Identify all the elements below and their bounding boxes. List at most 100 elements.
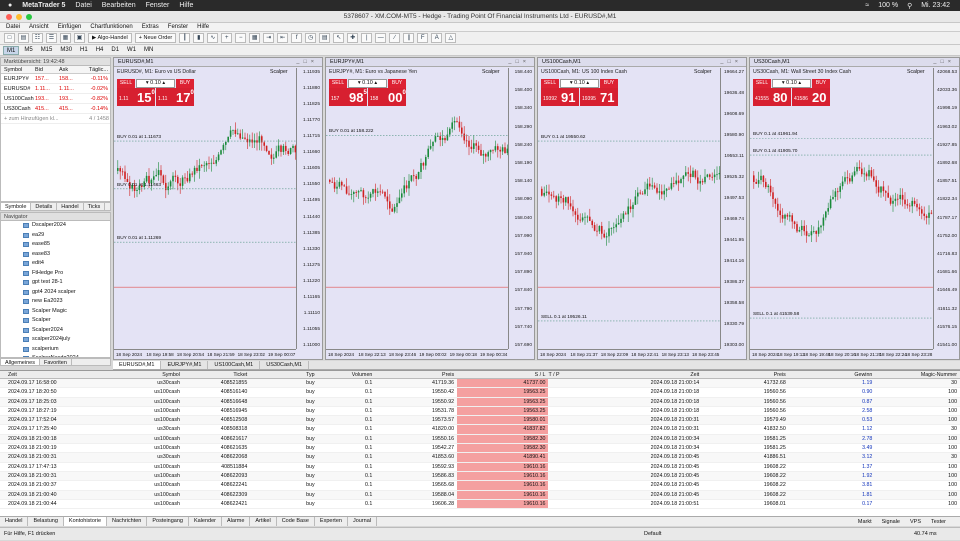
menu-ansicht[interactable]: Ansicht — [29, 23, 49, 31]
chart-window-buttons[interactable]: _□× — [720, 58, 742, 67]
history-column-header[interactable]: S / L — [457, 371, 548, 378]
trendline-icon[interactable]: ∕ — [389, 33, 401, 43]
add-symbol-row[interactable]: + zum Hinzufügen kl... 4 / 1458 — [1, 114, 110, 124]
sell-button[interactable]: SELL — [117, 79, 135, 88]
market-watch-row[interactable]: EURUSD# 1.11... 1.11... -0.02% — [1, 84, 110, 94]
navigator-item[interactable]: Dscalper2024 — [1, 221, 110, 231]
col-daily[interactable]: Täglic... — [83, 66, 110, 73]
history-column-header[interactable]: T / P — [548, 371, 625, 378]
price-axis[interactable]: 1.11935 1.11880 1.11825 1.11770 1.11715 1.116… — [296, 68, 322, 349]
table-row[interactable]: 2024.09.18 21:00:19 us100cash 408621635 buy… — [0, 444, 960, 454]
app-menu[interactable]: MetaTrader 5 — [22, 2, 65, 9]
new-order-button[interactable]: + Neue Order — [134, 33, 177, 43]
shapes-icon[interactable]: △ — [445, 33, 457, 43]
tab-favoriten[interactable]: Favoriten — [40, 359, 72, 366]
chart-tab-us100[interactable]: US100Cash,M1 — [208, 361, 261, 369]
tf-h4[interactable]: H4 — [93, 46, 107, 55]
market-watch-row[interactable]: US30Cash 415... 415... -0.14% — [1, 104, 110, 114]
mac-menu-window[interactable]: Fenster — [146, 2, 170, 9]
search-icon[interactable]: ⚲ — [907, 2, 912, 10]
buy-button[interactable]: BUY — [388, 79, 406, 88]
ask-price-box[interactable]: 158 000 — [368, 88, 406, 106]
order-label[interactable]: BUY 0.01 at 1.11463 — [117, 183, 161, 188]
tab-codebase[interactable]: Code Base — [277, 517, 315, 526]
vertical-line-icon[interactable]: | — [361, 33, 373, 43]
chart-window[interactable]: EURJPY#,M1 _□× BUY 0.01 at 158.222 EURJPY… — [325, 57, 535, 360]
bid-price-box[interactable]: 19392 91 — [541, 88, 579, 106]
market-watch-icon[interactable]: ☷ — [32, 33, 43, 43]
ask-price-box[interactable]: 41586 20 — [792, 88, 830, 106]
sell-button[interactable]: SELL — [753, 79, 771, 88]
channel-icon[interactable]: ∥ — [403, 33, 415, 43]
tf-m30[interactable]: M30 — [57, 46, 75, 55]
table-row[interactable]: 2024.09.17 18:27:19 us100cash 408516945 buy… — [0, 406, 960, 417]
expert-name[interactable]: Scalper — [270, 69, 288, 75]
tab-mailbox[interactable]: Postein­gang — [147, 517, 189, 526]
battery-label[interactable]: 100 % — [878, 2, 898, 10]
tf-d1[interactable]: D1 — [108, 46, 122, 55]
tf-m1[interactable]: M1 — [3, 45, 20, 55]
table-row[interactable]: 2024.09.18 21:00:44 us100cash 408622421 buy… — [0, 499, 960, 510]
menu-hilfe[interactable]: Hilfe — [197, 23, 209, 31]
clock[interactable]: Mi. 23:42 — [921, 2, 950, 10]
chart-window-buttons[interactable]: _□× — [296, 58, 318, 67]
tf-m5[interactable]: M5 — [21, 46, 35, 55]
lot-size-input[interactable]: ▾ 0.10 ▴ — [348, 79, 387, 88]
menu-datei[interactable]: Datei — [6, 23, 20, 31]
time-axis[interactable]: 18 Sep 2024 18 Sep 19:12 18 Sep 19:48 18 Se… — [750, 349, 933, 359]
tab-allgemeines[interactable]: Allgemeines — [1, 359, 40, 366]
history-column-header[interactable]: Preis — [702, 371, 789, 378]
zoom-window-button[interactable] — [26, 14, 32, 20]
table-row[interactable]: 2024.09.17 17:52:04 us100cash 408512508 buy… — [0, 416, 960, 426]
history-column-header[interactable]: Zeit — [625, 371, 702, 378]
navigator-item[interactable]: edit4 — [1, 259, 110, 269]
menu-fenster[interactable]: Fenster — [168, 23, 188, 31]
mac-menu-help[interactable]: Hilfe — [179, 2, 193, 9]
mac-menu-file[interactable]: Datei — [75, 2, 91, 9]
vps-link[interactable]: VPS — [910, 519, 921, 525]
col-symbol[interactable]: Symbol — [1, 66, 35, 73]
table-row[interactable]: 2024.09.18 21:00:37 us100cash 408622241 buy… — [0, 481, 960, 491]
text-tool-icon[interactable]: A — [431, 33, 443, 43]
tab-ticks[interactable]: Ticks — [84, 203, 106, 210]
navigator-icon[interactable]: ☰ — [46, 33, 57, 43]
table-row[interactable]: 2024.09.17 18:25:03 us100cash 408516648 buy… — [0, 397, 960, 407]
expert-name[interactable]: Scalper — [907, 69, 925, 75]
tab-history[interactable]: Kontohistorie — [63, 517, 108, 526]
expert-name[interactable]: Scalper — [694, 69, 712, 75]
tab-journal[interactable]: Journal — [348, 517, 377, 526]
navigator-item[interactable]: FtHedge Pro — [1, 269, 110, 279]
tab-symbole[interactable]: Symbole — [1, 203, 32, 210]
lot-size-input[interactable]: ▾ 0.10 ▴ — [136, 79, 175, 88]
market-watch-row[interactable]: EURJPY# 157... 158... -0.11% — [1, 74, 110, 84]
new-chart-icon[interactable]: □ — [4, 33, 15, 43]
mac-menu-edit[interactable]: Bearbeiten — [102, 2, 136, 9]
bar-chart-icon[interactable]: ┃ — [179, 33, 191, 43]
menu-einfuegen[interactable]: Einfügen — [58, 23, 82, 31]
chart-tab-eurusd[interactable]: EURUSD#,M1 — [113, 361, 162, 369]
navigator-item[interactable]: ease83 — [1, 250, 110, 260]
sell-button[interactable]: SELL — [329, 79, 347, 88]
lot-size-input[interactable]: ▾ 0.10 ▴ — [560, 79, 599, 88]
time-axis[interactable]: 18 Sep 2024 18 Sep 21:37 18 Sep 22:09 18 Se… — [538, 349, 720, 359]
order-label[interactable]: BUY 0.1 at 41905.70 — [753, 149, 797, 154]
chart-window-buttons[interactable]: _□× — [933, 58, 955, 67]
order-label[interactable]: SELL 0.1 at 19526.11 — [541, 315, 587, 320]
data-window-icon[interactable]: ▣ — [74, 33, 85, 43]
navigator-item[interactable]: scalperium — [1, 345, 110, 355]
menu-extras[interactable]: Extras — [142, 23, 159, 31]
signals-link[interactable]: Signale — [882, 519, 900, 525]
buy-button[interactable]: BUY — [600, 79, 618, 88]
history-column-header[interactable]: Volumen — [318, 371, 376, 378]
buy-button[interactable]: BUY — [176, 79, 194, 88]
tab-alerts[interactable]: Alarme — [222, 517, 251, 526]
navigator-item[interactable]: ea29 — [1, 231, 110, 241]
history-column-header[interactable]: Typ — [250, 371, 317, 378]
history-column-header[interactable]: Preis — [375, 371, 457, 378]
table-row[interactable]: 2024.09.18 21:00:40 us100cash 408622309 buy… — [0, 490, 960, 500]
table-row[interactable]: 2024.09.18 21:00:31 us100cash 408622093 buy… — [0, 471, 960, 482]
chart-window[interactable]: EURUSD#,M1 _□× BUY 0.01 at 1.11673 BUY 0.… — [113, 57, 323, 360]
toolbox-icon[interactable]: ▦ — [60, 33, 71, 43]
tf-h1[interactable]: H1 — [77, 46, 91, 55]
tf-w1[interactable]: W1 — [124, 46, 139, 55]
